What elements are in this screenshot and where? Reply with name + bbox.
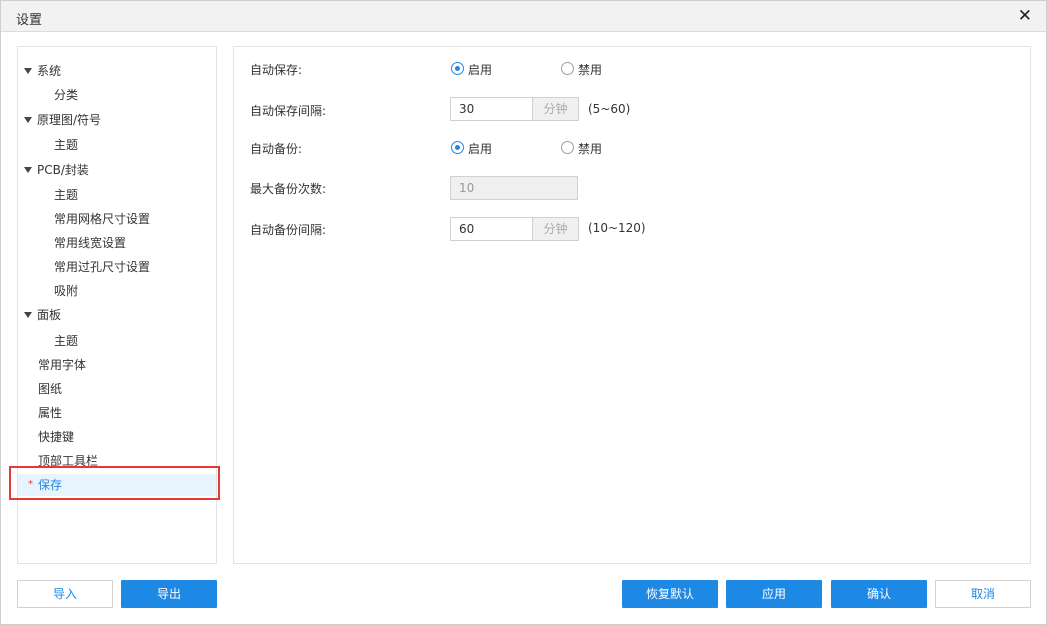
auto-backup-interval-range: (10~120): [588, 221, 646, 235]
auto-backup-enable-radio[interactable]: [451, 141, 464, 154]
tree-item-label: 快捷键: [38, 430, 75, 444]
tree-item-label: PCB/封装: [37, 163, 89, 177]
tree-item-label: 面板: [37, 308, 62, 322]
auto-save-interval-input[interactable]: 30: [450, 97, 533, 121]
tree-item-label: 主题: [54, 334, 79, 348]
close-icon[interactable]: ✕: [1018, 6, 1032, 26]
save-settings-panel: 自动保存: 启用 禁用 自动保存间隔: 30 分钟 (5~60) 自动备份: 启…: [233, 46, 1031, 564]
auto-save-enable-radio[interactable]: [451, 62, 464, 75]
caret-down-icon[interactable]: [24, 68, 32, 74]
tree-item-schematic-theme[interactable]: 主题: [18, 134, 216, 156]
caret-down-icon[interactable]: [24, 117, 32, 123]
tree-item-label: 常用过孔尺寸设置: [54, 260, 151, 274]
cancel-button[interactable]: 取消: [935, 580, 1031, 608]
tree-item-schematic-symbol[interactable]: 原理图/符号: [18, 109, 216, 131]
tree-item-label: 保存: [38, 478, 63, 492]
tree-item-via-size[interactable]: 常用过孔尺寸设置: [18, 256, 216, 278]
auto-backup-interval-unit: 分钟: [533, 217, 579, 241]
tree-item-panel-theme[interactable]: 主题: [18, 330, 216, 352]
auto-backup-interval-input[interactable]: 60: [450, 217, 533, 241]
caret-down-icon[interactable]: [24, 167, 32, 173]
settings-dialog: 设置 ✕ 系统 分类 原理图/符号 主题 PCB/封装 主题 常用网格尺寸设置 …: [0, 0, 1047, 625]
tree-item-pcb-theme[interactable]: 主题: [18, 184, 216, 206]
tree-item-label: 属性: [38, 406, 63, 420]
tree-item-label: 常用网格尺寸设置: [54, 212, 151, 226]
tree-item-label: 主题: [54, 138, 79, 152]
tree-item-grid-size[interactable]: 常用网格尺寸设置: [18, 208, 216, 230]
auto-save-label: 自动保存:: [250, 63, 303, 77]
tree-item-label: 分类: [54, 88, 79, 102]
export-button[interactable]: 导出: [121, 580, 217, 608]
tree-item-panel[interactable]: 面板: [18, 304, 216, 326]
tree-item-shortcuts[interactable]: 快捷键: [18, 426, 216, 448]
tree-item-pcb-footprint[interactable]: PCB/封装: [18, 159, 216, 181]
auto-backup-disable-label[interactable]: 禁用: [578, 140, 602, 157]
auto-save-interval-label: 自动保存间隔:: [250, 104, 327, 118]
tree-item-label: 系统: [37, 64, 62, 78]
tree-item-top-toolbar[interactable]: 顶部工具栏: [18, 450, 216, 472]
import-button[interactable]: 导入: [17, 580, 113, 608]
auto-save-interval-range: (5~60): [588, 102, 631, 116]
auto-backup-label: 自动备份:: [250, 142, 303, 156]
apply-button[interactable]: 应用: [726, 580, 822, 608]
auto-backup-enable-label[interactable]: 启用: [468, 140, 492, 157]
title-bar: 设置 ✕: [1, 1, 1046, 32]
tree-item-label: 主题: [54, 188, 79, 202]
tree-item-snap[interactable]: 吸附: [18, 280, 216, 302]
tree-item-system[interactable]: 系统: [18, 60, 216, 82]
tree-item-save[interactable]: * 保存: [18, 474, 216, 496]
dialog-title: 设置: [16, 13, 43, 28]
tree-item-label: 吸附: [54, 284, 79, 298]
settings-tree: 系统 分类 原理图/符号 主题 PCB/封装 主题 常用网格尺寸设置 常用线宽设…: [17, 46, 217, 564]
auto-backup-disable-radio[interactable]: [561, 141, 574, 154]
caret-down-icon[interactable]: [24, 312, 32, 318]
confirm-button[interactable]: 确认: [831, 580, 927, 608]
tree-item-label: 常用线宽设置: [54, 236, 127, 250]
tree-item-line-width[interactable]: 常用线宽设置: [18, 232, 216, 254]
tree-item-drawing[interactable]: 图纸: [18, 378, 216, 400]
tree-item-category[interactable]: 分类: [18, 84, 216, 106]
tree-item-label: 常用字体: [38, 358, 87, 372]
auto-backup-interval-label: 自动备份间隔:: [250, 223, 327, 237]
auto-save-disable-radio[interactable]: [561, 62, 574, 75]
auto-save-disable-label[interactable]: 禁用: [578, 61, 602, 78]
max-backups-label: 最大备份次数:: [250, 182, 327, 196]
auto-save-interval-unit: 分钟: [533, 97, 579, 121]
tree-item-label: 顶部工具栏: [38, 454, 99, 468]
tree-item-properties[interactable]: 属性: [18, 402, 216, 424]
restore-defaults-button[interactable]: 恢复默认: [622, 580, 718, 608]
tree-item-label: 图纸: [38, 382, 63, 396]
tree-item-common-fonts[interactable]: 常用字体: [18, 354, 216, 376]
tree-item-label: 原理图/符号: [37, 113, 102, 127]
modified-marker: *: [28, 479, 33, 490]
max-backups-input: 10: [450, 176, 578, 200]
auto-save-enable-label[interactable]: 启用: [468, 61, 492, 78]
